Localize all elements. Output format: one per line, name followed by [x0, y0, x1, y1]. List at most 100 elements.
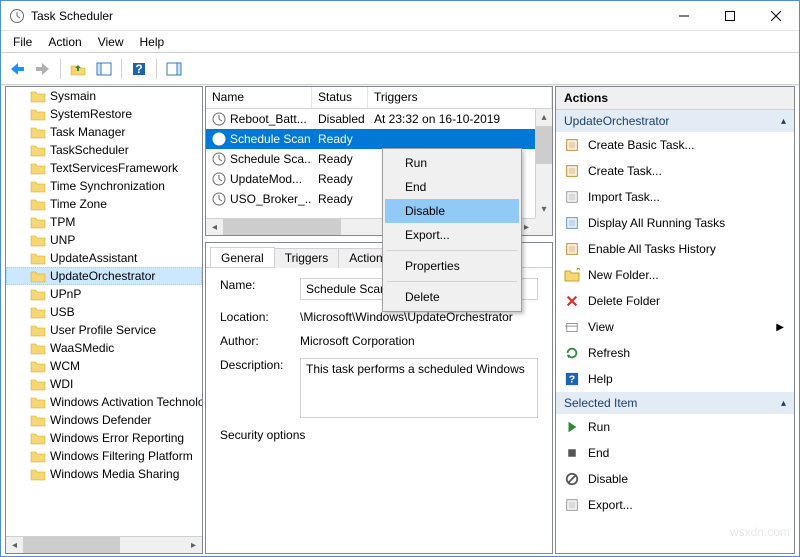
context-delete[interactable]: Delete — [385, 285, 519, 309]
tree-item[interactable]: Time Synchronization — [6, 177, 202, 195]
help-icon: ? — [564, 371, 580, 387]
action-end[interactable]: End — [556, 440, 794, 466]
action-label: Create Basic Task... — [588, 138, 794, 152]
tab-general[interactable]: General — [210, 247, 275, 267]
tree-item[interactable]: User Profile Service — [6, 321, 202, 339]
action-export[interactable]: Export... — [556, 492, 794, 518]
tree-horizontal-scrollbar[interactable]: ◂ ▸ — [6, 536, 202, 553]
action-display-all-running-tasks[interactable]: Display All Running Tasks — [556, 210, 794, 236]
help-button[interactable]: ? — [127, 57, 151, 81]
task-name: Schedule Scan — [230, 132, 311, 146]
tree-item[interactable]: WaaSMedic — [6, 339, 202, 357]
actions-group-folder-label: UpdateOrchestrator — [564, 114, 669, 128]
action-refresh[interactable]: Refresh — [556, 340, 794, 366]
action-enable-all-tasks-history[interactable]: Enable All Tasks History — [556, 236, 794, 262]
tree-item[interactable]: SystemRestore — [6, 105, 202, 123]
context-export[interactable]: Export... — [385, 223, 519, 247]
task-list-vertical-scrollbar[interactable]: ▴ ▾ — [535, 109, 552, 218]
view-icon — [564, 319, 580, 335]
tree-item[interactable]: Windows Defender — [6, 411, 202, 429]
context-run[interactable]: Run — [385, 151, 519, 175]
context-disable[interactable]: Disable — [385, 199, 519, 223]
tree-item[interactable]: Windows Media Sharing — [6, 465, 202, 483]
task-name: Schedule Sca... — [230, 152, 312, 166]
task-row[interactable]: Reboot_Batt...DisabledAt 23:32 on 16-10-… — [206, 109, 535, 129]
show-hide-action-pane-button[interactable] — [162, 57, 186, 81]
tree-item[interactable]: UPnP — [6, 285, 202, 303]
close-button[interactable] — [753, 1, 799, 31]
menu-help[interactable]: Help — [132, 33, 173, 51]
tree-item[interactable]: TaskScheduler — [6, 141, 202, 159]
tree-item-label: Windows Defender — [50, 413, 151, 427]
tree-item-label: UNP — [50, 233, 75, 247]
field-author: Microsoft Corporation — [300, 334, 538, 348]
action-import-task[interactable]: Import Task... — [556, 184, 794, 210]
tree-item-label: Sysmain — [50, 89, 96, 103]
tree-item[interactable]: UpdateAssistant — [6, 249, 202, 267]
column-header-triggers[interactable]: Triggers — [368, 87, 552, 108]
task-name: USO_Broker_... — [230, 192, 312, 206]
action-new-folder[interactable]: *New Folder... — [556, 262, 794, 288]
tree-item-label: SystemRestore — [50, 107, 132, 121]
tree-item[interactable]: WCM — [6, 357, 202, 375]
action-create-basic-task[interactable]: Create Basic Task... — [556, 132, 794, 158]
menu-action[interactable]: Action — [40, 33, 89, 51]
label-author: Author: — [220, 334, 300, 348]
action-help[interactable]: ?Help — [556, 366, 794, 392]
label-name: Name: — [220, 278, 300, 292]
tree-item[interactable]: UNP — [6, 231, 202, 249]
tree-item[interactable]: Windows Error Reporting — [6, 429, 202, 447]
actions-group-selected-label: Selected Item — [564, 396, 637, 410]
action-label: Import Task... — [588, 190, 794, 204]
tree-item[interactable]: Windows Filtering Platform — [6, 447, 202, 465]
action-create-task[interactable]: Create Task... — [556, 158, 794, 184]
column-header-name[interactable]: Name — [206, 87, 312, 108]
action-label: Enable All Tasks History — [588, 242, 794, 256]
tree-item[interactable]: WDI — [6, 375, 202, 393]
up-folder-button[interactable] — [66, 57, 90, 81]
chevron-right-icon: ▶ — [776, 322, 784, 333]
new-folder-icon: * — [564, 267, 580, 283]
tree-panel: Sysmain SystemRestore Task ManagerTaskSche… — [5, 86, 203, 554]
tree-item[interactable]: Windows Activation Technologies — [6, 393, 202, 411]
action-label: Display All Running Tasks — [588, 216, 794, 230]
tree-item-label: User Profile Service — [50, 323, 156, 337]
tree-item[interactable]: USB — [6, 303, 202, 321]
tree-item-label: WCM — [50, 359, 80, 373]
refresh-icon — [564, 345, 580, 361]
task-status: Ready — [312, 172, 368, 186]
run-icon — [564, 419, 580, 435]
menubar: File Action View Help — [1, 31, 799, 53]
action-label: View — [588, 320, 768, 334]
show-hide-tree-button[interactable] — [92, 57, 116, 81]
tree-item-label: UPnP — [50, 287, 81, 301]
back-button[interactable] — [5, 57, 29, 81]
context-end[interactable]: End — [385, 175, 519, 199]
task-triggers: At 23:32 on 16-10-2019 — [368, 112, 535, 126]
maximize-button[interactable] — [707, 1, 753, 31]
tree-item-label: WaaSMedic — [50, 341, 114, 355]
action-disable[interactable]: Disable — [556, 466, 794, 492]
forward-button[interactable] — [31, 57, 55, 81]
tab-triggers[interactable]: Triggers — [274, 248, 340, 268]
task-row[interactable]: Schedule ScanReady — [206, 129, 535, 149]
action-label: Create Task... — [588, 164, 794, 178]
tree-item[interactable]: Task Manager — [6, 123, 202, 141]
action-run[interactable]: Run — [556, 414, 794, 440]
context-properties[interactable]: Properties — [385, 254, 519, 278]
tree-item[interactable]: TextServicesFramework — [6, 159, 202, 177]
tree-item[interactable]: Sysmain — [6, 87, 202, 105]
tree-item[interactable]: UpdateOrchestrator — [6, 267, 202, 285]
tree-item[interactable]: Time Zone — [6, 195, 202, 213]
tree-item-label: Windows Filtering Platform — [50, 449, 193, 463]
minimize-button[interactable] — [661, 1, 707, 31]
tree-item-label: Windows Activation Technologies — [50, 395, 202, 409]
column-header-status[interactable]: Status — [312, 87, 368, 108]
menu-file[interactable]: File — [5, 33, 40, 51]
action-delete-folder[interactable]: Delete Folder — [556, 288, 794, 314]
tree-item[interactable]: TPM — [6, 213, 202, 231]
actions-group-selected[interactable]: Selected Item ▴ — [556, 392, 794, 414]
actions-group-folder[interactable]: UpdateOrchestrator ▴ — [556, 110, 794, 132]
menu-view[interactable]: View — [90, 33, 132, 51]
action-view[interactable]: View ▶ — [556, 314, 794, 340]
